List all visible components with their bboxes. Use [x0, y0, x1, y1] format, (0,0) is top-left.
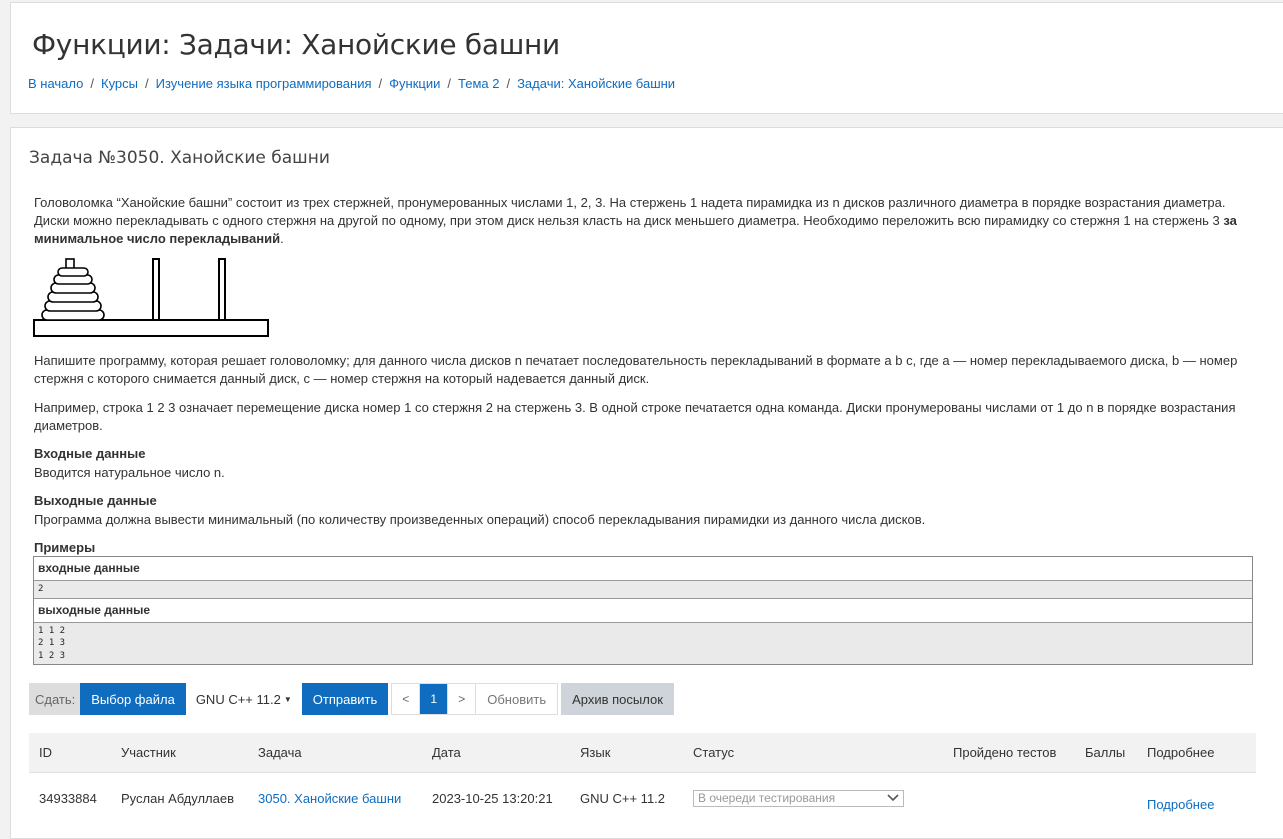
col-problem: Задача — [248, 733, 422, 773]
sample-output-label: выходные данные — [34, 598, 1252, 623]
task-card: Задача №3050. Ханойские башни Головоломк… — [10, 127, 1283, 839]
col-lang: Язык — [570, 733, 683, 773]
breadcrumb-courses[interactable]: Курсы — [101, 76, 138, 91]
submit-button[interactable]: Отправить — [301, 683, 389, 715]
breadcrumb-topic[interactable]: Тема 2 — [458, 76, 499, 91]
refresh-button[interactable]: Обновить — [476, 684, 558, 714]
submit-toolbar: Сдать: Выбор файла GNU C++ 11.2 ▼ Отправи… — [29, 683, 674, 715]
status-value: В очереди тестирования — [698, 791, 836, 806]
run-problem-link[interactable]: 3050. Ханойские башни — [258, 791, 401, 806]
page-header: Функции: Задачи: Ханойские башни В начал… — [10, 2, 1283, 114]
chevron-down-icon — [887, 794, 899, 802]
sample-output: 1 1 2 2 1 3 1 2 3 — [34, 622, 1252, 664]
input-text: Вводится натуральное число n. — [34, 465, 225, 480]
examples-heading: Примеры — [34, 540, 96, 555]
breadcrumb-separator: / — [506, 76, 511, 91]
col-date: Дата — [422, 733, 570, 773]
table-row: 34933884 Руслан Абдуллаев 3050. Ханойски… — [29, 773, 1256, 825]
breadcrumb-current[interactable]: Задачи: Ханойские башни — [517, 76, 675, 91]
pagination-prev[interactable]: < — [392, 684, 421, 714]
run-details-link[interactable]: Подробнее — [1147, 797, 1214, 812]
sample-input-label: входные данные — [34, 557, 1252, 581]
run-id: 34933884 — [39, 791, 97, 806]
run-score — [1075, 773, 1137, 825]
run-user: Руслан Абдуллаев — [121, 791, 235, 806]
input-heading: Входные данные — [34, 446, 146, 461]
caret-down-icon: ▼ — [283, 694, 292, 704]
hanoi-tower-illustration — [33, 258, 269, 337]
breadcrumb-home[interactable]: В начало — [28, 76, 83, 91]
col-id: ID — [29, 733, 111, 773]
col-tests: Пройдено тестов — [943, 733, 1075, 773]
col-user: Участник — [111, 733, 248, 773]
submissions-table: ID Участник Задача Дата Язык Статус Прой… — [29, 733, 1256, 824]
language-select[interactable]: GNU C++ 11.2 ▼ — [185, 683, 302, 715]
breadcrumb-section[interactable]: Функции — [389, 76, 440, 91]
output-format-description: Напишите программу, которая решает голов… — [34, 353, 1238, 386]
choose-file-button[interactable]: Выбор файла — [80, 683, 186, 715]
pagination: < 1 > Обновить — [391, 683, 559, 715]
statement-end: . — [280, 231, 284, 246]
task-title: Задача №3050. Ханойские башни — [29, 148, 330, 168]
breadcrumb: В начало / Курсы / Изучение языка программир… — [28, 76, 675, 91]
col-details: Подробнее — [1137, 733, 1256, 773]
breadcrumb-separator: / — [90, 76, 94, 91]
output-text: Программа должна вывести минимальный (по… — [34, 512, 926, 527]
col-score: Баллы — [1075, 733, 1137, 773]
breadcrumb-separator: / — [378, 76, 383, 91]
status-select[interactable]: В очереди тестирования — [693, 789, 904, 807]
archive-button[interactable]: Архив посылок — [561, 683, 674, 715]
pagination-next[interactable]: > — [448, 684, 477, 714]
statement-text: Головоломка “Ханойские башни” состоит из… — [34, 195, 1226, 228]
sample-input: 2 — [34, 581, 1252, 599]
table-header-row: ID Участник Задача Дата Язык Статус Прой… — [29, 733, 1256, 773]
language-value: GNU C++ 11.2 — [195, 691, 281, 707]
submit-label: Сдать: — [29, 683, 81, 715]
run-date: 2023-10-25 13:20:21 — [432, 791, 553, 806]
output-heading: Выходные данные — [34, 493, 157, 508]
col-status: Статус — [683, 733, 943, 773]
breadcrumb-separator: / — [145, 76, 149, 91]
example-description: Например, строка 1 2 3 означает перемеще… — [34, 400, 1236, 433]
run-tests — [943, 773, 1075, 825]
task-statement: Головоломка “Ханойские башни” состоит из… — [34, 194, 1254, 248]
sample-tests: входные данные 2 выходные данные 1 1 2 2… — [33, 556, 1253, 665]
breadcrumb-separator: / — [447, 76, 451, 91]
pagination-page[interactable]: 1 — [420, 684, 449, 714]
run-lang: GNU C++ 11.2 — [580, 791, 666, 806]
page-title: Функции: Задачи: Ханойские башни — [32, 28, 560, 61]
breadcrumb-course[interactable]: Изучение языка программирования — [156, 76, 372, 91]
